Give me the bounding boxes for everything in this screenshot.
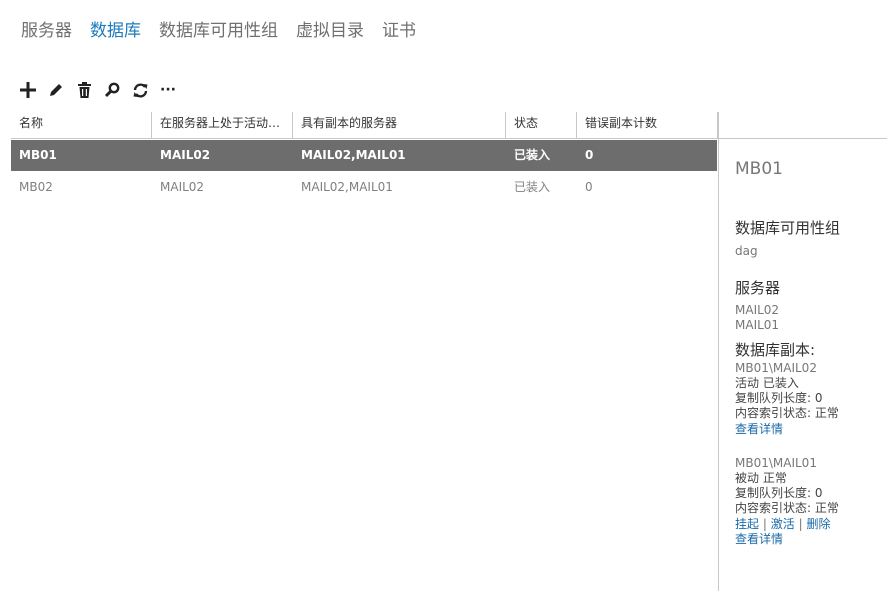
dag-heading: 数据库可用性组 bbox=[735, 219, 841, 237]
cell-status: 已装入 bbox=[514, 180, 551, 194]
cell-name: MB02 bbox=[19, 180, 53, 194]
delete-button[interactable] bbox=[70, 80, 98, 100]
copy2-view-details-link[interactable]: 查看详情 bbox=[735, 532, 783, 547]
copy1-name: MB01\MAIL02 bbox=[735, 361, 817, 375]
cell-servers: MAIL02,MAIL01 bbox=[301, 180, 393, 194]
column-header-status[interactable]: 状态 bbox=[506, 112, 577, 138]
copy1-queue-length: 复制队列长度: 0 bbox=[735, 391, 823, 405]
tab-certificates[interactable]: 证书 bbox=[382, 16, 416, 41]
tab-databases[interactable]: 数据库 bbox=[90, 16, 141, 41]
server-item: MAIL01 bbox=[735, 318, 780, 332]
edit-button[interactable] bbox=[42, 80, 70, 100]
copy1-index-state: 内容索引状态: 正常 bbox=[735, 406, 839, 420]
column-header-bad-copy-count[interactable]: 错误副本计数 bbox=[577, 112, 718, 138]
tab-dag[interactable]: 数据库可用性组 bbox=[159, 16, 278, 41]
table-row[interactable]: MB02 MAIL02 MAIL02,MAIL01 已装入 0 bbox=[11, 172, 717, 203]
column-header-active-server[interactable]: 在服务器上处于活动… bbox=[152, 112, 293, 138]
column-header-servers[interactable]: 具有副本的服务器 bbox=[293, 112, 506, 138]
column-header-name[interactable]: 名称 bbox=[11, 112, 152, 138]
grid-header: 名称 在服务器上处于活动… 具有副本的服务器 状态 错误副本计数 bbox=[11, 112, 887, 139]
copy2-queue-length: 复制队列长度: 0 bbox=[735, 486, 823, 500]
tab-virtual-directories[interactable]: 虚拟目录 bbox=[296, 16, 364, 41]
separator: | bbox=[762, 517, 767, 531]
copy2-name: MB01\MAIL01 bbox=[735, 456, 817, 470]
server-item: MAIL02 bbox=[735, 303, 780, 317]
copy1-status: 活动 已装入 bbox=[735, 376, 799, 390]
suspend-link[interactable]: 挂起 bbox=[735, 517, 759, 531]
databases-grid: 名称 在服务器上处于活动… 具有副本的服务器 状态 错误副本计数 MB01 MA… bbox=[11, 112, 887, 591]
cell-active-server: MAIL02 bbox=[160, 180, 205, 194]
cell-active-server: MAIL02 bbox=[160, 148, 211, 162]
separator: | bbox=[798, 517, 803, 531]
cell-servers: MAIL02,MAIL01 bbox=[301, 148, 406, 162]
copy1-view-details-link[interactable]: 查看详情 bbox=[735, 422, 783, 437]
cell-name: MB01 bbox=[19, 148, 57, 162]
add-button[interactable] bbox=[14, 80, 42, 100]
delete-icon bbox=[77, 82, 91, 98]
edit-icon bbox=[50, 84, 62, 96]
add-icon bbox=[20, 82, 36, 98]
toolbar: ··· bbox=[14, 80, 182, 100]
activate-link[interactable]: 激活 bbox=[771, 517, 795, 531]
copy2-actions: 挂起 | 激活 | 删除 bbox=[735, 517, 830, 532]
copy2-index-state: 内容索引状态: 正常 bbox=[735, 501, 839, 515]
tab-servers[interactable]: 服务器 bbox=[21, 16, 72, 41]
dag-value: dag bbox=[735, 244, 758, 258]
cell-status: 已装入 bbox=[514, 148, 551, 162]
cell-bad-copy-count: 0 bbox=[585, 148, 594, 162]
details-title: MB01 bbox=[735, 159, 783, 179]
top-nav-tabs: 服务器 数据库 数据库可用性组 虚拟目录 证书 bbox=[21, 16, 416, 41]
table-row[interactable]: MB01 MAIL02 MAIL02,MAIL01 已装入 0 bbox=[11, 140, 717, 171]
copy2-status: 被动 正常 bbox=[735, 471, 787, 485]
remove-link[interactable]: 删除 bbox=[806, 517, 830, 531]
refresh-button[interactable] bbox=[126, 80, 154, 100]
search-icon bbox=[104, 82, 120, 98]
servers-heading: 服务器 bbox=[735, 279, 781, 297]
copies-heading: 数据库副本: bbox=[735, 341, 816, 359]
cell-bad-copy-count: 0 bbox=[585, 180, 593, 194]
refresh-icon bbox=[133, 82, 147, 98]
more-icon: ··· bbox=[160, 82, 176, 98]
search-button[interactable] bbox=[98, 80, 126, 100]
more-button[interactable]: ··· bbox=[154, 80, 182, 100]
